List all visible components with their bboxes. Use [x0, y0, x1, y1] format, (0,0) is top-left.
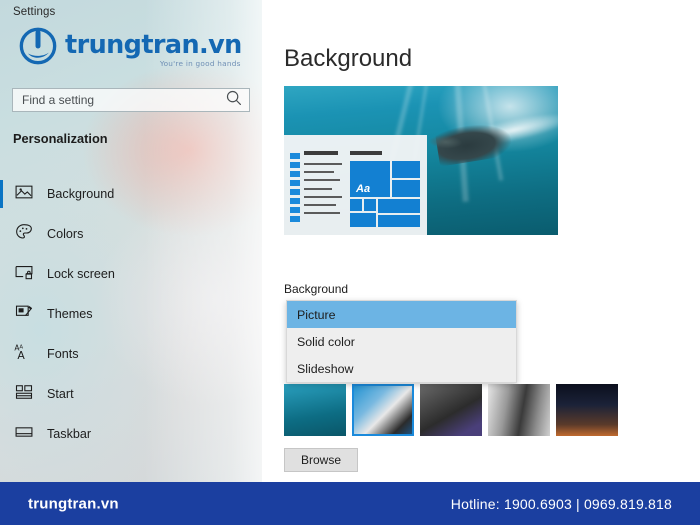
sidebar-item-label: Lock screen [47, 267, 115, 281]
fonts-icon: A A A [14, 342, 47, 367]
sidebar-section-title: Personalization [13, 131, 108, 146]
sidebar-item-colors[interactable]: Colors [0, 214, 262, 254]
start-tiles-icon [14, 382, 47, 407]
themes-icon [14, 302, 47, 327]
sidebar-item-label: Fonts [47, 347, 79, 361]
palette-icon [14, 222, 47, 247]
search-input[interactable] [13, 93, 223, 107]
sidebar-item-themes[interactable]: Themes [0, 294, 262, 334]
preview-start-menu-mock: Aa [284, 135, 427, 235]
brand-name: trungtran.vn [65, 30, 242, 61]
taskbar-icon [14, 422, 47, 447]
night-sky-thumbnail[interactable] [556, 384, 618, 436]
power-button-icon [18, 26, 58, 66]
motherboard-thumbnail[interactable] [420, 384, 482, 436]
preview-mock-list [304, 151, 344, 220]
background-field-label: Background [284, 282, 349, 296]
window-titlebar-label: Settings [13, 6, 56, 18]
recent-images-list [284, 384, 618, 436]
search-icon[interactable] [223, 87, 249, 114]
preview-mock-tiles: Aa [350, 161, 420, 227]
preview-tile-label: Aa [356, 183, 371, 195]
page-title: Background [284, 45, 413, 72]
sidebar-item-label: Background [47, 187, 115, 201]
brand-tagline: You're in good hands [159, 58, 241, 68]
selection-indicator [0, 180, 3, 208]
dropdown-option-picture[interactable]: Picture [287, 301, 516, 328]
sidebar-item-label: Start [47, 387, 74, 401]
browse-button[interactable]: Browse [284, 448, 358, 472]
footer-brand: trungtran.vn [28, 495, 119, 512]
sidebar-item-background[interactable]: Background [0, 174, 262, 214]
sidebar-item-taskbar[interactable]: Taskbar [0, 414, 262, 454]
sidebar-item-label: Taskbar [47, 427, 92, 441]
dropdown-option-slideshow[interactable]: Slideshow [287, 355, 516, 382]
workbench-monitor-thumbnail[interactable] [352, 384, 414, 436]
rock-texture-thumbnail[interactable] [488, 384, 550, 436]
sidebar-item-lock-screen[interactable]: Lock screen [0, 254, 262, 294]
preview-mock-heading [350, 151, 382, 155]
lock-screen-icon [14, 262, 47, 287]
underwater-diver-thumbnail[interactable] [284, 384, 346, 436]
settings-sidebar: Settings trungtran.vn You're in good han… [0, 0, 262, 482]
footer-hotline: Hotline: 1900.6903 | 0969.819.818 [450, 495, 672, 512]
brand-logo: trungtran.vn You're in good hands [18, 26, 242, 68]
desktop-preview: Aa [284, 86, 558, 235]
image-icon [14, 182, 47, 207]
dropdown-option-solid-color[interactable]: Solid color [287, 328, 516, 355]
svg-text:A: A [17, 349, 25, 362]
sidebar-item-label: Themes [47, 307, 93, 321]
preview-mock-rail [290, 153, 300, 226]
settings-content: Background Aa Background Browse Picture … [262, 0, 700, 482]
sidebar-nav: Background Colors Lock screen Themes A A… [0, 174, 262, 454]
background-type-dropdown[interactable]: Picture Solid color Slideshow [286, 300, 517, 383]
settings-window: Settings trungtran.vn You're in good han… [0, 0, 700, 482]
sidebar-item-fonts[interactable]: A A A Fonts [0, 334, 262, 374]
page-footer: trungtran.vn Hotline: 1900.6903 | 0969.8… [0, 482, 700, 525]
search-box[interactable] [12, 88, 250, 112]
sidebar-item-label: Colors [47, 227, 84, 241]
sidebar-item-start[interactable]: Start [0, 374, 262, 414]
